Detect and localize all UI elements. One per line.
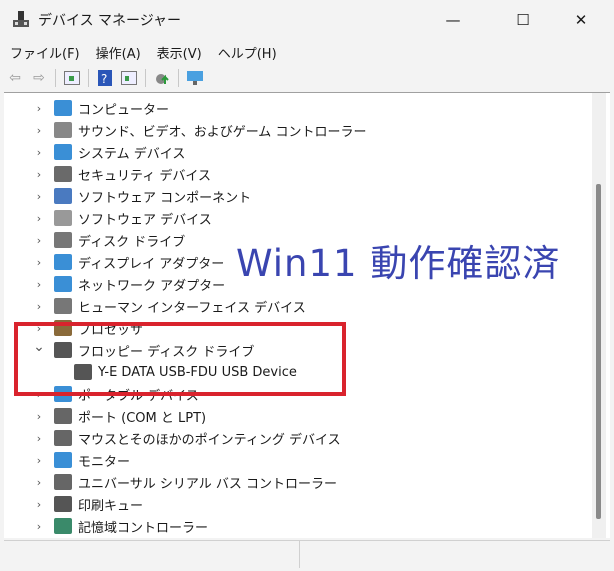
device-category-icon: [54, 166, 72, 182]
toolbar-separator: [88, 69, 89, 87]
menu-file[interactable]: ファイル(F): [0, 40, 88, 64]
svg-text:?: ?: [101, 72, 107, 86]
tree-category[interactable]: › ディスプレイ アダプター: [4, 251, 224, 273]
tree-category[interactable]: › ポート (COM と LPT): [4, 405, 206, 427]
tree-category[interactable]: › ネットワーク アダプター: [4, 273, 225, 295]
expand-chevron-icon[interactable]: ›: [32, 454, 46, 467]
menu-help[interactable]: ヘルプ(H): [210, 40, 285, 64]
tree-item-label: セキュリティ デバイス: [78, 168, 211, 184]
expand-chevron-icon[interactable]: ›: [32, 278, 46, 291]
tree-item-label: マウスとそのほかのポインティング デバイス: [78, 432, 341, 448]
menu-view[interactable]: 表示(V): [149, 40, 210, 64]
properties-pane-icon[interactable]: [62, 68, 82, 88]
overlay-caption: Win11 動作確認済: [236, 242, 561, 285]
device-category-icon: [54, 408, 72, 424]
tree-item-label: コンピューター: [78, 102, 170, 118]
toolbar-separator: [55, 69, 56, 87]
expand-chevron-icon[interactable]: ›: [32, 410, 46, 423]
forward-icon[interactable]: ⇨: [29, 68, 49, 88]
tree-category[interactable]: › コンピューター: [4, 97, 169, 119]
menu-action[interactable]: 操作(A): [88, 40, 149, 64]
toolbar: ⇦ ⇨ ?: [0, 66, 614, 90]
tree-category[interactable]: › ソフトウェア デバイス: [4, 207, 212, 229]
tree-category[interactable]: › マウスとそのほかのポインティング デバイス: [4, 427, 341, 449]
device-category-icon: [54, 430, 72, 446]
scan-hardware-icon[interactable]: [185, 68, 205, 88]
expand-chevron-icon[interactable]: ›: [32, 102, 46, 115]
device-tree: › コンピューター › サウンド、ビデオ、およびゲーム コントローラー › システム デバ…: [4, 92, 610, 538]
status-bar: [4, 540, 610, 568]
tree-item-label: モニター: [78, 454, 131, 470]
expand-chevron-icon[interactable]: ›: [32, 498, 46, 511]
expand-chevron-icon[interactable]: ›: [32, 476, 46, 489]
expand-chevron-icon[interactable]: ›: [32, 520, 46, 533]
scrollbar-thumb[interactable]: [596, 184, 601, 519]
tree-item-label: ディスプレイ アダプター: [78, 256, 225, 272]
tree-item-label: 印刷キュー: [78, 498, 144, 514]
device-category-icon: [54, 474, 72, 490]
device-category-icon: [54, 452, 72, 468]
tree-category[interactable]: › ヒューマン インターフェイス デバイス: [4, 295, 306, 317]
tree-item-label: ネットワーク アダプター: [78, 278, 226, 294]
expand-chevron-icon[interactable]: ›: [32, 146, 46, 159]
expand-chevron-icon[interactable]: ›: [32, 190, 46, 203]
tree-category[interactable]: › ディスク ドライブ: [4, 229, 185, 251]
tree-category[interactable]: › システム デバイス: [4, 141, 185, 163]
device-category-icon: [54, 276, 72, 292]
expand-chevron-icon[interactable]: ›: [32, 256, 46, 269]
expand-chevron-icon[interactable]: ›: [32, 432, 46, 445]
tree-item-label: ソフトウェア コンポーネント: [78, 190, 252, 206]
device-category-icon: [54, 496, 72, 512]
device-category-icon: [54, 100, 72, 116]
help-icon[interactable]: ?: [95, 68, 115, 88]
tree-item-label: サウンド、ビデオ、およびゲーム コントローラー: [78, 124, 367, 140]
tree-item-label: ソフトウェア デバイス: [78, 212, 212, 228]
window-title: デバイス マネージャー: [38, 13, 182, 29]
tree-item-label: 記憶域コントローラー: [78, 520, 209, 536]
expand-chevron-icon[interactable]: ›: [32, 300, 46, 313]
tree-category[interactable]: › ソフトウェア コンポーネント: [4, 185, 251, 207]
back-icon[interactable]: ⇦: [5, 68, 25, 88]
device-category-icon: [54, 232, 72, 248]
device-category-icon: [54, 188, 72, 204]
action-pane-icon[interactable]: [119, 68, 139, 88]
tree-item-label: システム デバイス: [78, 146, 186, 162]
expand-chevron-icon[interactable]: ›: [32, 234, 46, 247]
toolbar-separator: [178, 69, 179, 87]
close-button[interactable]: ✕: [558, 6, 604, 34]
tree-category[interactable]: › モニター: [4, 449, 130, 471]
tree-category[interactable]: › 記憶域コントローラー: [4, 515, 208, 537]
expand-chevron-icon[interactable]: ›: [32, 168, 46, 181]
device-category-icon: [54, 122, 72, 138]
expand-chevron-icon[interactable]: ›: [32, 212, 46, 225]
maximize-button[interactable]: ☐: [500, 6, 546, 34]
device-category-icon: [54, 210, 72, 226]
highlight-box: [14, 322, 346, 396]
tree-category[interactable]: › 印刷キュー: [4, 493, 143, 515]
minimize-button[interactable]: —: [430, 6, 476, 34]
toolbar-separator: [145, 69, 146, 87]
tree-item-label: ディスク ドライブ: [78, 234, 186, 250]
tree-item-label: ユニバーサル シリアル バス コントローラー: [78, 476, 338, 492]
device-manager-icon: [13, 11, 29, 27]
vertical-scrollbar[interactable]: [592, 93, 606, 538]
status-divider: [299, 541, 300, 568]
tree-category[interactable]: › ユニバーサル シリアル バス コントローラー: [4, 471, 337, 493]
tree-item-label: ヒューマン インターフェイス デバイス: [78, 300, 306, 316]
tree-category[interactable]: › セキュリティ デバイス: [4, 163, 211, 185]
update-driver-icon[interactable]: [152, 68, 172, 88]
device-category-icon: [54, 298, 72, 314]
device-category-icon: [54, 518, 72, 534]
title-bar: デバイス マネージャー — ☐ ✕: [0, 0, 614, 38]
device-category-icon: [54, 144, 72, 160]
menu-bar: ファイル(F) 操作(A) 表示(V) ヘルプ(H): [0, 40, 614, 64]
tree-item-label: ポート (COM と LPT): [78, 410, 207, 426]
tree-category[interactable]: › サウンド、ビデオ、およびゲーム コントローラー: [4, 119, 366, 141]
expand-chevron-icon[interactable]: ›: [32, 124, 46, 137]
device-category-icon: [54, 254, 72, 270]
